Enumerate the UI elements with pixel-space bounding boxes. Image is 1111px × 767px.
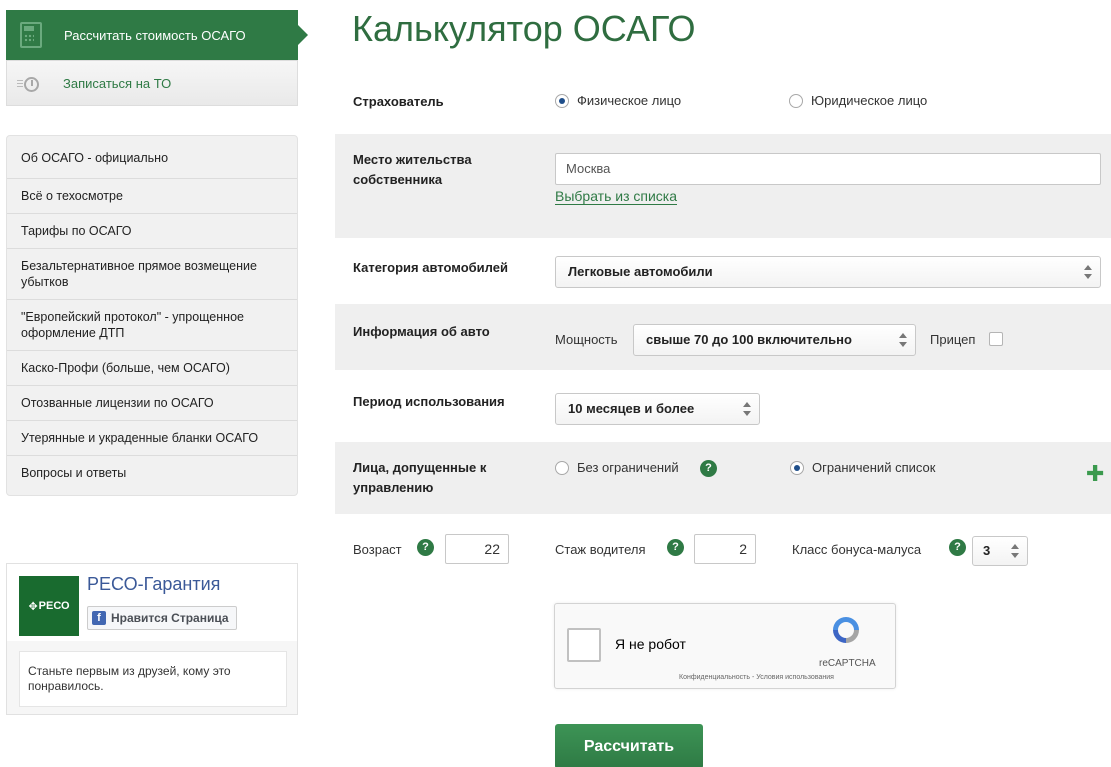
period-select-value: 10 месяцев и более [568,401,695,416]
stopwatch-icon [17,73,41,93]
vehicle-label: Информация об авто [353,324,490,339]
experience-input[interactable]: 2 [694,534,756,564]
insurer-legal-label: Юридическое лицо [811,93,928,108]
category-select-value: Легковые автомобили [568,264,713,279]
select-arrows-icon [1011,544,1019,558]
power-select[interactable]: свыше 70 до 100 включительно [633,324,916,356]
drivers-unlimited-help-icon[interactable]: ? [700,460,717,477]
residence-label: Место жительства собственника [353,152,472,187]
calculator-icon [20,22,42,48]
side-menu-item-direct-compensation[interactable]: Безальтернативное прямое возмещение убыт… [7,249,297,300]
calculate-button[interactable]: Рассчитать [555,724,703,767]
reso-logo-mark-icon: ✥ [28,600,38,613]
side-menu-item-about-osago[interactable]: Об ОСАГО - официально [7,136,297,179]
insurer-label: Страхователь [353,94,444,109]
radio-dot [789,93,803,108]
radio-dot-checked [555,93,569,108]
top-nav: Рассчитать стоимость ОСАГО Записаться на… [6,10,308,106]
bonus-class-select-value: 3 [983,543,991,558]
recaptcha-terms-link[interactable]: Конфиденциальность - Условия использован… [679,674,834,681]
recaptcha-brand: reCAPTCHA [819,658,876,669]
bonus-class-help-icon[interactable]: ? [949,539,966,556]
power-label: Мощность [555,332,618,347]
facebook-widget-header: ✥ РЕСО РЕСО-Гарантия f Нравится Страница [7,564,297,641]
trailer-label: Прицеп [930,332,976,347]
drivers-unlimited-radio[interactable]: Без ограничений [555,460,679,475]
side-menu-item-lost-forms[interactable]: Утерянные и украденные бланки ОСАГО [7,421,297,456]
facebook-page-name[interactable]: РЕСО-Гарантия [87,574,220,595]
side-menu-item-kasko-profi[interactable]: Каско-Профи (больше, чем ОСАГО) [7,351,297,386]
page-title: Калькулятор ОСАГО [352,8,696,49]
age-help-icon[interactable]: ? [417,539,434,556]
insurer-legal-radio[interactable]: Юридическое лицо [789,93,927,108]
radio-dot [555,460,569,475]
choose-from-list-link[interactable]: Выбрать из списка [555,188,678,205]
category-label: Категория автомобилей [353,260,508,275]
insurer-individual-radio[interactable]: Физическое лицо [555,93,681,108]
side-menu-item-tariffs[interactable]: Тарифы по ОСАГО [7,214,297,249]
select-arrows-icon [1084,265,1092,279]
age-label: Возраст [353,542,402,557]
drivers-unlimited-label: Без ограничений [577,460,679,475]
side-menu: Об ОСАГО - официально Всё о техосмотре Т… [6,135,298,496]
select-arrows-icon [899,333,907,347]
residence-input[interactable]: Москва [555,153,1101,185]
recaptcha-widget: Я не робот reCAPTCHA Конфиденциальность … [554,603,896,689]
facebook-widget: ✥ РЕСО РЕСО-Гарантия f Нравится Страница… [6,563,298,715]
drivers-limited-radio[interactable]: Ограничений список [790,460,935,475]
reso-logo[interactable]: ✥ РЕСО [19,576,79,636]
nav-book-inspection-label: Записаться на ТО [63,75,172,91]
facebook-friends-text: Станьте первым из друзей, кому это понра… [19,651,287,707]
recaptcha-checkbox[interactable] [567,628,601,662]
side-menu-item-inspection[interactable]: Всё о техосмотре [7,179,297,214]
nav-calculate-label: Рассчитать стоимость ОСАГО [64,27,246,43]
reso-logo-text: РЕСО [38,600,70,612]
side-menu-item-european-protocol[interactable]: "Европейский протокол" - упрощенное офор… [7,300,297,351]
experience-label: Стаж водителя [555,542,646,557]
bonus-class-select[interactable]: 3 [972,536,1028,566]
facebook-like-label: Нравится Страница [111,611,229,625]
nav-book-inspection[interactable]: Записаться на ТО [6,60,298,106]
trailer-checkbox[interactable] [989,332,1003,346]
power-select-value: свыше 70 до 100 включительно [646,332,852,347]
drivers-label: Лица, допущенные к управлению [353,460,487,495]
drivers-row: Лица, допущенные к управлению [335,442,1111,514]
insurer-row: Страхователь [335,82,1111,124]
recaptcha-label: Я не робот [615,636,686,652]
side-menu-item-faq[interactable]: Вопросы и ответы [7,456,297,495]
facebook-like-button[interactable]: f Нравится Страница [87,606,237,630]
period-label: Период использования [353,394,505,409]
facebook-icon: f [92,611,106,625]
period-select[interactable]: 10 месяцев и более [555,393,760,425]
bonus-class-label: Класс бонуса-малуса [792,542,922,557]
drivers-limited-label: Ограничений список [812,460,936,475]
recaptcha-logo-icon [833,617,859,643]
age-input[interactable]: 22 [445,534,509,564]
category-select[interactable]: Легковые автомобили [555,256,1101,288]
nav-calculate-osago[interactable]: Рассчитать стоимость ОСАГО [6,10,308,60]
experience-help-icon[interactable]: ? [667,539,684,556]
side-menu-item-revoked-licenses[interactable]: Отозванные лицензии по ОСАГО [7,386,297,421]
add-driver-plus-icon[interactable]: ✚ [1086,463,1104,485]
select-arrows-icon [743,402,751,416]
radio-dot-checked [790,460,804,475]
residence-row: Место жительства собственника [335,134,1111,238]
insurer-individual-label: Физическое лицо [577,93,682,108]
